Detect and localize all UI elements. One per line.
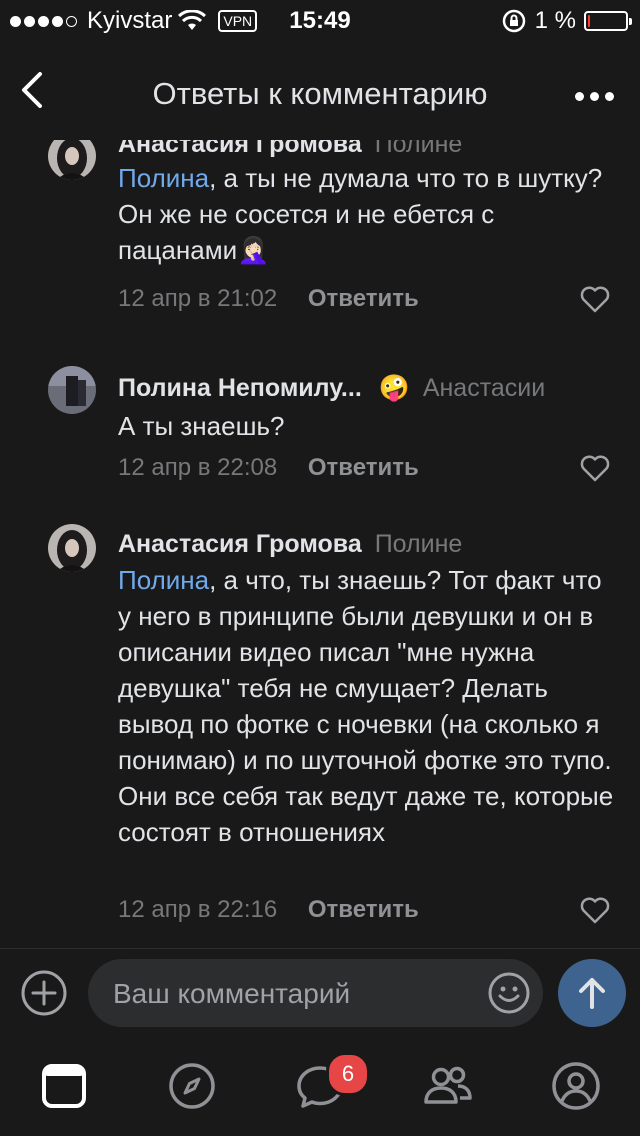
comment-meta: 12 апр в 22:08 Ответить bbox=[118, 454, 419, 482]
comment-input[interactable]: Ваш комментарий bbox=[88, 959, 543, 1027]
author-emoji: 🤪 bbox=[378, 374, 410, 402]
avatar[interactable] bbox=[48, 524, 96, 572]
author-name[interactable]: Полина Непомилу... bbox=[118, 374, 362, 402]
add-attachment-icon[interactable] bbox=[20, 969, 68, 1017]
tab-friends-icon[interactable] bbox=[422, 1060, 474, 1112]
navigation-bar: Ответы к комментарию bbox=[0, 40, 640, 140]
comment-header: Анастасия Громова Полине bbox=[118, 140, 462, 159]
comment-text: Полина, а что, ты знаешь? Тот факт что у… bbox=[118, 562, 618, 850]
comment-body: , а что, ты знаешь? Тот факт что у него … bbox=[118, 565, 614, 847]
comment-date: 12 апр в 21:02 bbox=[118, 285, 278, 312]
heart-icon[interactable] bbox=[580, 285, 610, 313]
comment-header: Анастасия Громова Полине bbox=[118, 530, 462, 559]
battery-icon bbox=[584, 11, 632, 31]
mention-link[interactable]: Полина bbox=[118, 163, 209, 193]
messages-badge: 6 bbox=[326, 1052, 370, 1096]
reply-button[interactable]: Ответить bbox=[308, 454, 419, 481]
comment-date: 12 апр в 22:16 bbox=[118, 896, 278, 923]
author-name[interactable]: Анастасия Громова bbox=[118, 530, 362, 558]
comment-item: Полина Непомилу... 🤪 Анастасии А ты знае… bbox=[0, 366, 640, 506]
comment-item: Анастасия Громова Полине Полина, а ты не… bbox=[0, 140, 640, 330]
avatar[interactable] bbox=[48, 140, 96, 180]
tab-explore-compass-icon[interactable] bbox=[166, 1060, 218, 1112]
comment-text: А ты знаешь? bbox=[118, 411, 285, 441]
reply-to: Полине bbox=[374, 140, 463, 158]
avatar[interactable] bbox=[48, 366, 96, 414]
comments-feed[interactable]: Анастасия Громова Полине Полина, а ты не… bbox=[0, 140, 640, 948]
reply-button[interactable]: Ответить bbox=[308, 896, 419, 923]
more-horizontal-icon[interactable] bbox=[575, 92, 614, 101]
smile-icon[interactable] bbox=[487, 971, 531, 1015]
page-title: Ответы к комментарию bbox=[152, 76, 488, 111]
comment-composer: Ваш комментарий bbox=[0, 948, 640, 1037]
battery-percent: 1 % bbox=[534, 7, 576, 34]
battery-group: 1 % bbox=[501, 7, 632, 35]
comment-date: 12 апр в 22:08 bbox=[118, 454, 278, 481]
comment-meta: 12 апр в 21:02 Ответить bbox=[118, 285, 419, 313]
rotation-lock-icon bbox=[502, 9, 525, 33]
author-name[interactable]: Анастасия Громова bbox=[118, 140, 362, 158]
reply-to: Анастасии bbox=[422, 374, 546, 402]
arrow-up-icon bbox=[579, 978, 605, 1009]
heart-icon[interactable] bbox=[580, 454, 610, 482]
battery-level bbox=[588, 15, 590, 27]
send-button[interactable] bbox=[558, 959, 626, 1027]
tab-news-icon[interactable] bbox=[38, 1060, 90, 1112]
heart-icon[interactable] bbox=[580, 896, 610, 924]
reply-button[interactable]: Ответить bbox=[308, 285, 419, 312]
tab-profile-icon[interactable] bbox=[550, 1060, 602, 1112]
comment-meta: 12 апр в 22:16 Ответить bbox=[118, 896, 419, 924]
comment-header: Полина Непомилу... 🤪 Анастасии bbox=[118, 374, 545, 403]
comment-placeholder: Ваш комментарий bbox=[113, 978, 351, 1009]
reply-to: Полине bbox=[374, 530, 463, 558]
comment-item: Анастасия Громова Полине Полина, а что, … bbox=[0, 524, 640, 934]
status-bar: Kyivstar VPN 15:49 1 % bbox=[0, 0, 640, 40]
mention-link[interactable]: Полина bbox=[118, 565, 209, 595]
tab-bar: 6 bbox=[0, 1036, 640, 1136]
comment-text: Полина, а ты не думала что то в шутку? О… bbox=[118, 160, 618, 268]
